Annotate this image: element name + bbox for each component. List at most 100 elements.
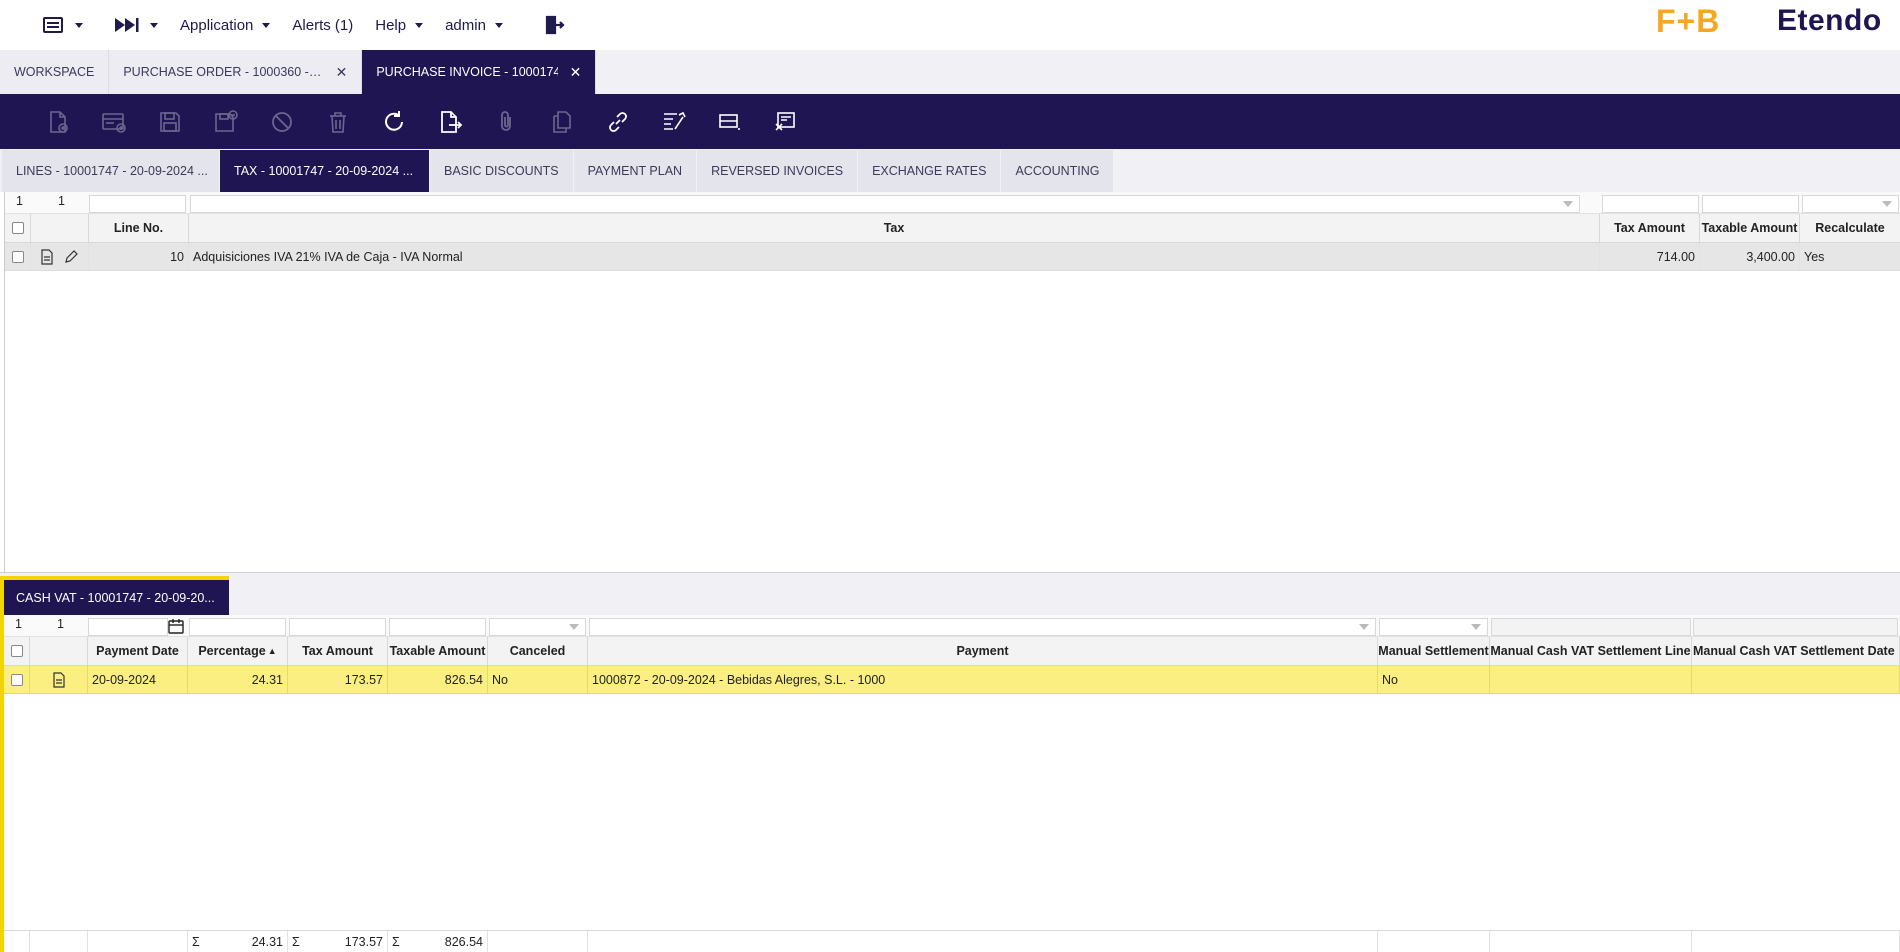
filter-tax-amount[interactable] — [289, 618, 386, 636]
filter-taxable-amount[interactable] — [389, 618, 486, 636]
header-percentage[interactable]: Percentage ▲ — [188, 637, 288, 665]
header-row: Payment Date Percentage ▲ Tax Amount Tax… — [4, 637, 1900, 666]
tab-lines[interactable]: LINES - 10001747 - 20-09-2024 ... — [2, 150, 220, 192]
refresh-button[interactable] — [366, 102, 422, 142]
delete-button[interactable] — [310, 102, 366, 142]
close-icon[interactable]: ✕ — [336, 64, 348, 81]
cancel-button[interactable] — [254, 102, 310, 142]
filter-payment[interactable] — [589, 618, 1376, 636]
menu-button[interactable] — [42, 15, 83, 35]
tab-purchase-invoice[interactable]: PURCHASE INVOICE - 10001747 ... ✕ — [362, 50, 597, 94]
row-checkbox[interactable] — [11, 250, 24, 263]
menu-icon — [43, 17, 63, 33]
tab-label: PURCHASE ORDER - 1000360 - 20-... — [123, 65, 324, 79]
summary-empty — [1378, 931, 1490, 952]
cash-vat-grid: 1 1 Payment Date Percentage ▲ Tax Amount… — [4, 615, 1900, 952]
save-button[interactable] — [142, 102, 198, 142]
filter-taxable-amount[interactable] — [1702, 195, 1799, 213]
selection-count: 1 — [16, 194, 23, 208]
help-menu-label: Help — [375, 16, 407, 34]
logout-button[interactable] — [543, 14, 565, 36]
tab-label: LINES - 10001747 - 20-09-2024 ... — [16, 164, 208, 178]
header-tax-amount[interactable]: Tax Amount — [1600, 214, 1700, 242]
header-tax[interactable]: Tax — [189, 214, 1600, 242]
summary-empty — [588, 931, 1378, 952]
audit-button[interactable] — [646, 102, 702, 142]
save-close-button[interactable] — [198, 102, 254, 142]
header-canceled[interactable]: Canceled — [488, 637, 588, 665]
process-icon — [775, 111, 795, 131]
grid-view-button[interactable] — [702, 102, 758, 142]
cell-manual-date — [1692, 666, 1900, 693]
filter-manual-settlement[interactable] — [1379, 618, 1488, 636]
record-count: 1 — [57, 617, 64, 631]
filter-canceled[interactable] — [489, 618, 586, 636]
select-all-checkbox[interactable] — [10, 645, 23, 657]
new-document-button[interactable] — [30, 102, 86, 142]
filter-line-no[interactable] — [89, 195, 186, 213]
alerts-link[interactable]: Alerts (1) — [292, 17, 353, 34]
header-manual-date[interactable]: Manual Cash VAT Settlement Date — [1692, 637, 1900, 665]
top-navigation: Application Alerts (1) Help admin F+B Et… — [0, 0, 1900, 50]
logout-icon — [545, 15, 565, 35]
tab-label: EXCHANGE RATES — [872, 164, 987, 178]
table-row[interactable]: 10 Adquisiciones IVA 21% IVA de Caja - I… — [5, 243, 1900, 271]
link-button[interactable] — [590, 102, 646, 142]
filter-tax[interactable] — [190, 195, 1580, 213]
process-button[interactable] — [758, 102, 814, 142]
filter-manual-date — [1693, 618, 1898, 636]
tab-basic-discounts[interactable]: BASIC DISCOUNTS — [430, 150, 574, 192]
new-document-icon — [50, 110, 68, 133]
user-menu[interactable]: admin — [445, 17, 503, 34]
close-icon[interactable]: ✕ — [570, 64, 582, 81]
filter-recalculate[interactable] — [1802, 195, 1899, 213]
sigma-icon: Σ — [292, 934, 300, 949]
header-manual-settlement[interactable]: Manual Settlement — [1378, 637, 1490, 665]
tab-accounting[interactable]: ACCOUNTING — [1001, 150, 1115, 192]
tab-cash-vat[interactable]: CASH VAT - 10001747 - 20-09-20... — [3, 576, 229, 615]
row-actions — [30, 666, 88, 693]
help-menu[interactable]: Help — [375, 16, 424, 34]
tab-workspace[interactable]: WORKSPACE — [0, 50, 110, 94]
cancel-icon — [272, 111, 292, 132]
calendar-icon[interactable] — [168, 618, 184, 634]
document-icon[interactable] — [40, 248, 54, 265]
tab-reversed-invoices[interactable]: REVERSED INVOICES — [697, 150, 859, 192]
document-icon[interactable] — [52, 671, 66, 688]
select-all-cell — [5, 214, 31, 242]
tab-exchange-rates[interactable]: EXCHANGE RATES — [858, 150, 1002, 192]
table-row[interactable]: 20-09-2024 24.31 173.57 826.54 No 100087… — [4, 666, 1900, 694]
tab-payment-plan[interactable]: PAYMENT PLAN — [573, 150, 698, 192]
summary-empty — [1692, 931, 1900, 952]
record-tabs: LINES - 10001747 - 20-09-2024 ... TAX - … — [0, 149, 1900, 192]
cell-manual-line — [1490, 666, 1692, 693]
tab-tax[interactable]: TAX - 10001747 - 20-09-2024 ... — [220, 150, 430, 192]
header-payment[interactable]: Payment — [588, 637, 1378, 665]
row-checkbox[interactable] — [10, 673, 23, 686]
cell-percentage: 24.31 — [188, 666, 288, 693]
edit-icon[interactable] — [63, 249, 79, 265]
header-payment-date[interactable]: Payment Date — [88, 637, 188, 665]
new-row-button[interactable] — [86, 102, 142, 142]
tab-purchase-order[interactable]: PURCHASE ORDER - 1000360 - 20-... ✕ — [109, 50, 363, 94]
cell-tax: Adquisiciones IVA 21% IVA de Caja - IVA … — [189, 243, 1600, 270]
export-button[interactable] — [422, 102, 478, 142]
header-manual-line[interactable]: Manual Cash VAT Settlement Line — [1490, 637, 1692, 665]
summary-percentage: Σ 24.31 — [188, 931, 288, 952]
summary-empty — [30, 931, 88, 952]
filter-percentage[interactable] — [189, 618, 286, 636]
select-all-checkbox[interactable] — [11, 222, 24, 234]
header-recalculate[interactable]: Recalculate — [1800, 214, 1900, 242]
tab-label: TAX - 10001747 - 20-09-2024 ... — [234, 164, 414, 178]
application-menu[interactable]: Application — [180, 17, 271, 34]
header-taxable-amount[interactable]: Taxable Amount — [1700, 214, 1800, 242]
quick-launch-button[interactable] — [113, 16, 158, 34]
filter-tax-amount[interactable] — [1602, 195, 1699, 213]
delete-icon — [330, 111, 346, 133]
copy-button[interactable] — [534, 102, 590, 142]
attachment-button[interactable] — [478, 102, 534, 142]
filter-payment-date[interactable] — [88, 618, 168, 636]
header-line-no[interactable]: Line No. — [89, 214, 189, 242]
header-tax-amount[interactable]: Tax Amount — [288, 637, 388, 665]
header-taxable-amount[interactable]: Taxable Amount — [388, 637, 488, 665]
